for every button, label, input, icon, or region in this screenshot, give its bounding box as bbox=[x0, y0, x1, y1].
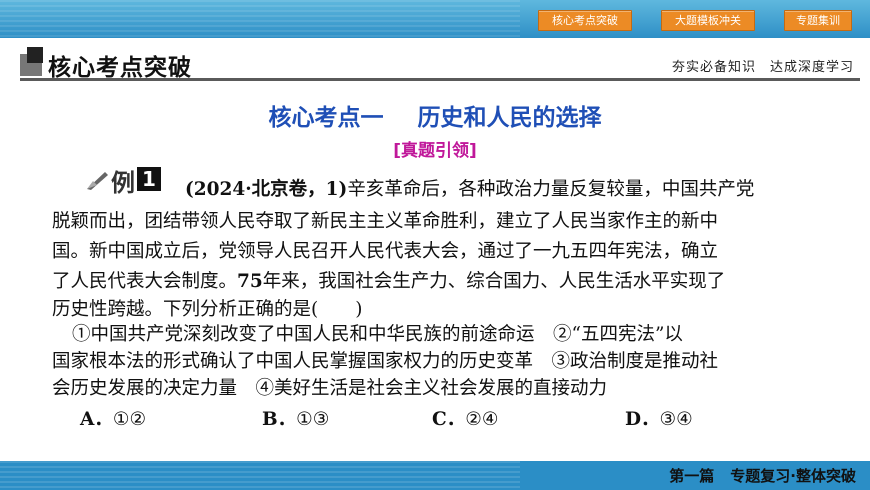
page-title: 核心考点突破 bbox=[48, 55, 192, 81]
page-header: 核心考点突破 夯实必备知识 达成深度学习 bbox=[0, 38, 870, 82]
question-line-1: (2024·北京卷，1)辛亥革命后，各种政治力量反复较量，中国共产党 bbox=[185, 179, 755, 200]
question-line-3: 国。新中国成立后，党领导人民召开人民代表大会，通过了一九五四年宪法，确立 bbox=[52, 241, 719, 262]
example-label: 例 bbox=[111, 168, 135, 197]
option-b[interactable]: B．①③ bbox=[262, 405, 329, 431]
example-marker: 例 1 bbox=[85, 165, 169, 197]
option-c[interactable]: C．②④ bbox=[432, 405, 498, 431]
statement-line-3: 会历史发展的决定力量 ④美好生活是社会主义社会发展的直接动力 bbox=[52, 378, 608, 399]
question-line-5: 历史性跨越。下列分析正确的是( ) bbox=[52, 299, 363, 320]
section-title-part2: 历史和人民的选择 bbox=[417, 105, 602, 131]
statement-line-2: 国家根本法的形式确认了中国人民掌握国家权力的历史变革 ③政治制度是推动社 bbox=[52, 351, 719, 372]
section-subtitle: [真题引领] bbox=[393, 141, 477, 161]
nav-button-topic-practice[interactable]: 专题集训 bbox=[784, 10, 852, 31]
section-title: 核心考点一 历史和人民的选择 bbox=[0, 98, 870, 132]
question-line-2: 脱颖而出，团结带领人民夺取了新民主主义革命胜利，建立了人民当家作主的新中 bbox=[52, 211, 719, 232]
nav-button-core-points[interactable]: 核心考点突破 bbox=[538, 10, 632, 31]
footer-part: 第一篇 bbox=[669, 467, 715, 485]
nav-button-templates[interactable]: 大题模板冲关 bbox=[661, 10, 755, 31]
option-a[interactable]: A．①② bbox=[80, 405, 146, 431]
footer-text: 第一篇 专题复习·整体突破 bbox=[669, 465, 856, 486]
top-bar-stripes bbox=[0, 0, 520, 38]
example-number: 1 bbox=[137, 167, 161, 191]
header-logo-front-square bbox=[27, 47, 43, 63]
footer-bar: 第一篇 专题复习·整体突破 bbox=[0, 461, 870, 490]
option-d[interactable]: D．③④ bbox=[625, 405, 693, 431]
question-source: (2024·北京卷，1) bbox=[185, 179, 348, 200]
header-tagline: 夯实必备知识 达成深度学习 bbox=[671, 60, 854, 75]
statement-line-1: ①中国共产党深刻改变了中国人民和中华民族的前途命运 ②“五四宪法”以 bbox=[72, 324, 683, 345]
section-title-part1: 核心考点一 bbox=[268, 105, 384, 131]
pen-nib-icon bbox=[87, 172, 108, 190]
question-line-4: 了人民代表大会制度。75年来，我国社会生产力、综合国力、人民生活水平实现了 bbox=[52, 271, 726, 292]
footer-name: 专题复习·整体突破 bbox=[730, 467, 856, 485]
footer-stripes bbox=[0, 461, 520, 490]
header-divider bbox=[20, 78, 860, 81]
top-bar: 核心考点突破 大题模板冲关 专题集训 bbox=[0, 0, 870, 38]
